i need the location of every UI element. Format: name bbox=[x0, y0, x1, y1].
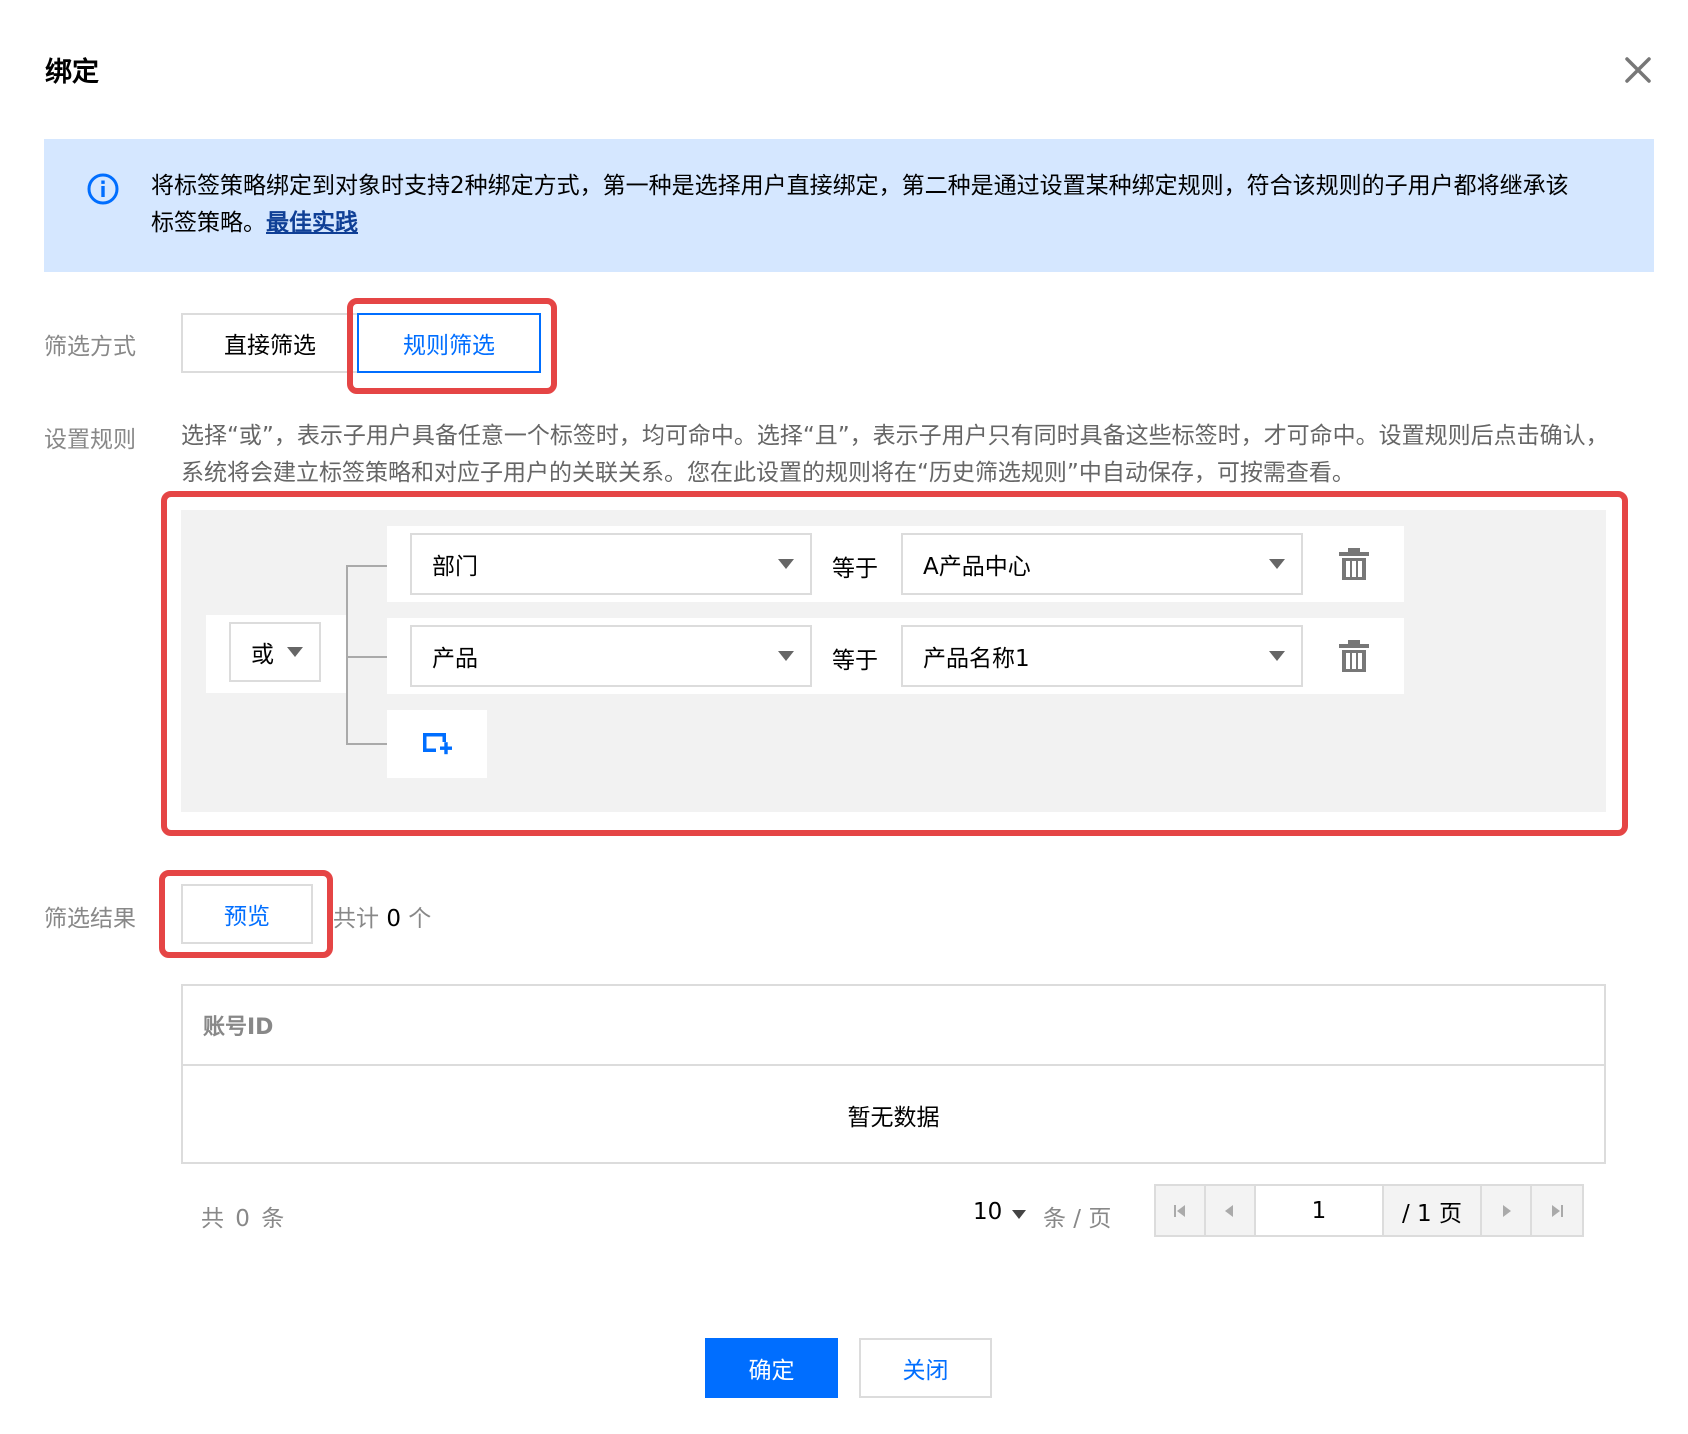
close-button[interactable]: 关闭 bbox=[859, 1338, 992, 1398]
page-input[interactable]: 1 bbox=[1256, 1186, 1384, 1235]
highlight-box-rules bbox=[161, 491, 1628, 836]
filter-method-label: 筛选方式 bbox=[44, 334, 136, 360]
prev-page-icon bbox=[1225, 1204, 1233, 1217]
rules-label: 设置规则 bbox=[44, 427, 136, 453]
info-text: 将标签策略绑定到对象时支持2种绑定方式，第一种是选择用户直接绑定，第二种是通过设… bbox=[151, 168, 1571, 242]
first-page-button[interactable] bbox=[1156, 1186, 1206, 1235]
pagination-total: 共 0 条 bbox=[201, 1206, 287, 1232]
count-suffix: 个 bbox=[408, 906, 432, 932]
page-size-unit: 条 / 页 bbox=[1043, 1206, 1112, 1232]
result-count: 共计 0 个 bbox=[333, 899, 431, 933]
confirm-button[interactable]: 确定 bbox=[705, 1338, 838, 1398]
next-page-icon bbox=[1503, 1204, 1511, 1217]
direct-filter-option[interactable]: 直接筛选 bbox=[181, 313, 357, 373]
last-page-button[interactable] bbox=[1532, 1186, 1582, 1235]
chevron-down-icon[interactable] bbox=[1012, 1210, 1026, 1219]
highlight-box-preview bbox=[159, 870, 333, 958]
page-size-select[interactable]: 10 bbox=[973, 1199, 1002, 1225]
total-pages: / 1 页 bbox=[1384, 1186, 1482, 1235]
pager: 1 / 1 页 bbox=[1154, 1184, 1584, 1237]
result-table: 账号ID 暂无数据 bbox=[181, 984, 1606, 1164]
close-icon[interactable] bbox=[1620, 52, 1656, 88]
best-practice-link[interactable]: 最佳实践 bbox=[266, 210, 358, 236]
prev-page-button[interactable] bbox=[1206, 1186, 1256, 1235]
count-value: 0 bbox=[386, 906, 401, 932]
column-account-id: 账号ID bbox=[203, 1015, 274, 1040]
rules-description: 选择“或”，表示子用户具备任意一个标签时，均可命中。选择“且”，表示子用户只有同… bbox=[181, 423, 1609, 486]
table-header: 账号ID bbox=[183, 986, 1604, 1066]
info-message: 将标签策略绑定到对象时支持2种绑定方式，第一种是选择用户直接绑定，第二种是通过设… bbox=[151, 173, 1569, 236]
empty-state: 暂无数据 bbox=[847, 1105, 940, 1131]
next-page-button[interactable] bbox=[1482, 1186, 1532, 1235]
last-page-icon bbox=[1552, 1204, 1563, 1217]
result-label: 筛选结果 bbox=[44, 906, 136, 932]
highlight-box-filter bbox=[347, 298, 557, 394]
first-page-icon bbox=[1174, 1204, 1185, 1217]
info-icon bbox=[86, 172, 120, 206]
dialog-title: 绑定 bbox=[45, 57, 99, 88]
count-prefix: 共计 bbox=[333, 906, 379, 932]
